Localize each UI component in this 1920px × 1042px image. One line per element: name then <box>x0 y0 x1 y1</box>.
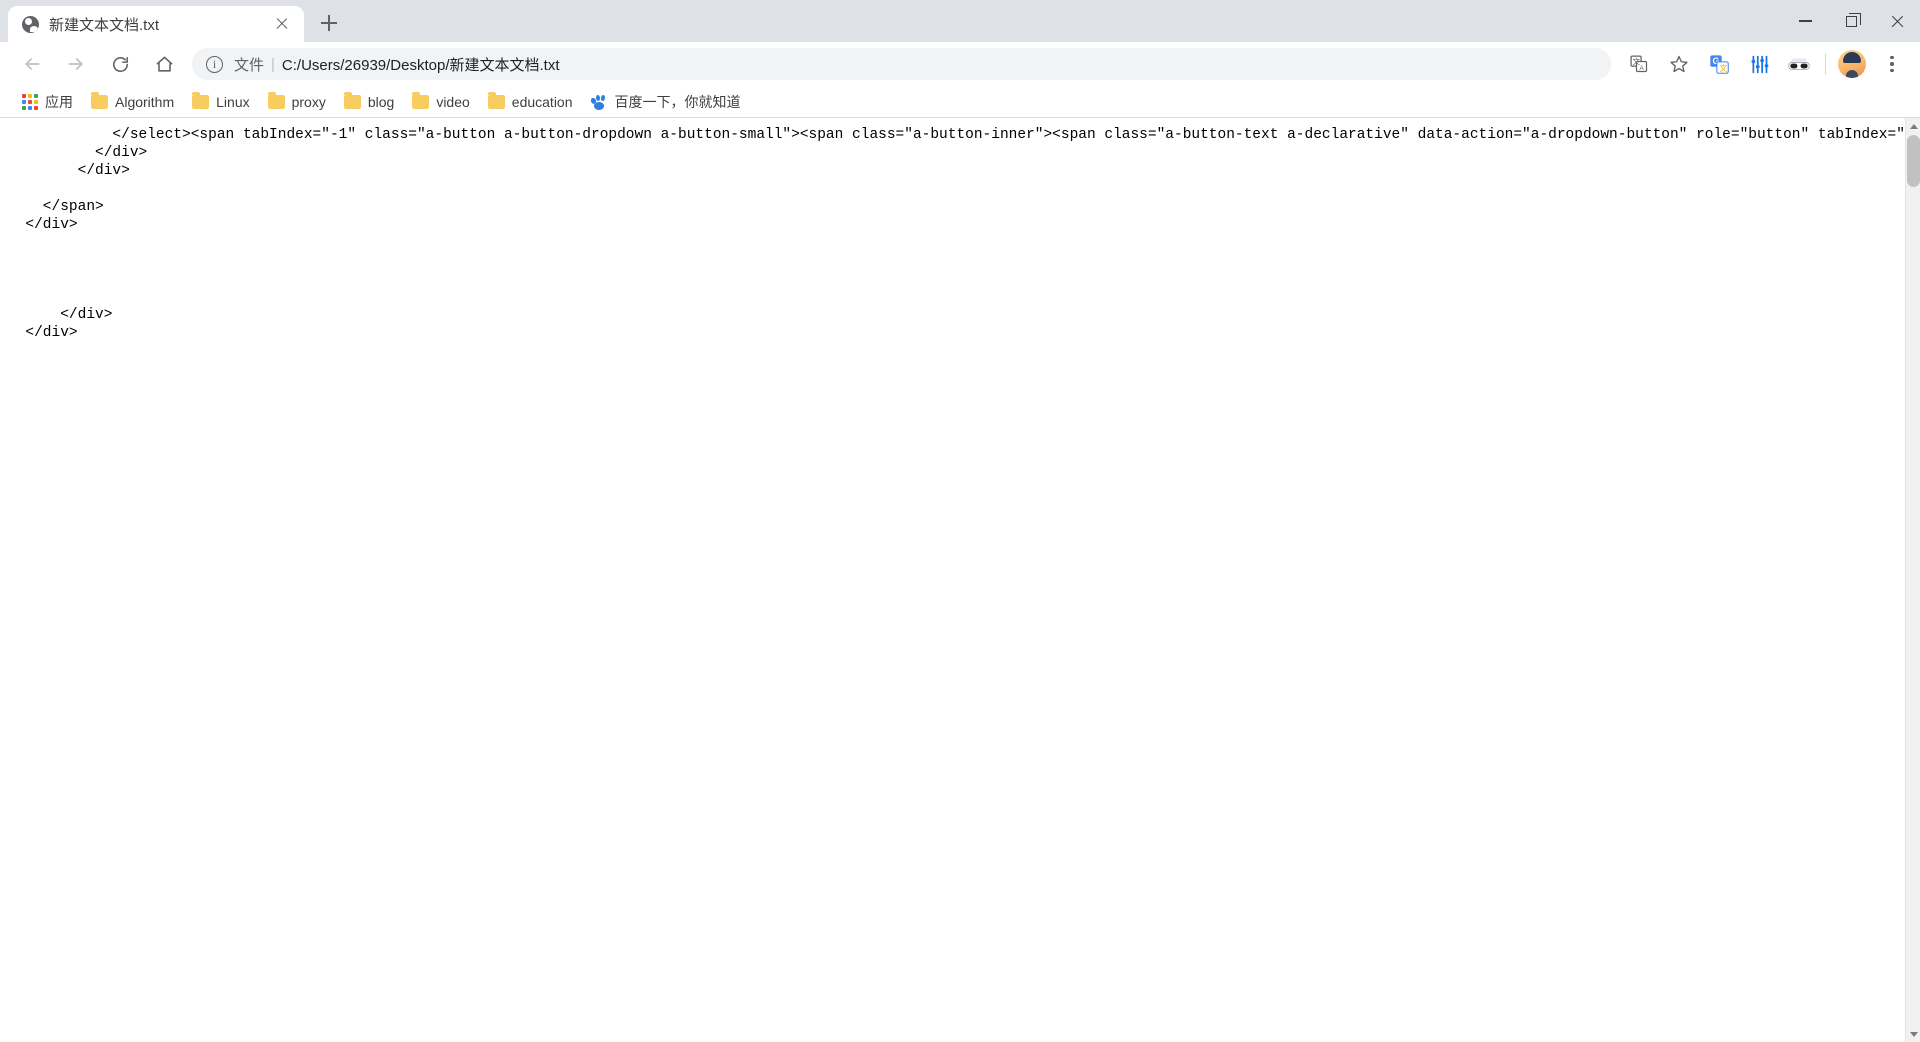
bookmark-label: education <box>511 93 573 110</box>
url-text: C:/Users/26939/Desktop/新建文本文档.txt <box>281 56 560 74</box>
apps-grid-icon <box>22 93 38 110</box>
tab-strip: 新建文本文档.txt <box>0 0 1920 42</box>
avatar[interactable] <box>1836 48 1868 80</box>
globe-icon <box>22 15 39 33</box>
bookmark-item-proxy[interactable]: proxy <box>260 90 334 114</box>
bookmark-item-baidu[interactable]: 百度一下，你就知道 <box>583 90 749 114</box>
browser-toolbar: i 文件 | C:/Users/26939/Desktop/新建文本文档.txt… <box>0 42 1920 86</box>
incognito-mask-extension-icon[interactable] <box>1783 48 1815 80</box>
translate-page-icon[interactable]: 文 A <box>1623 48 1655 80</box>
bookmark-label: video <box>436 93 470 110</box>
minimize-button[interactable] <box>1782 0 1828 42</box>
plain-text-document: </select><span tabIndex="-1" class="a-bu… <box>25 127 1920 341</box>
reload-button[interactable] <box>103 47 137 81</box>
bookmark-item-linux[interactable]: Linux <box>184 90 257 114</box>
close-window-button[interactable] <box>1874 0 1920 42</box>
google-translate-extension-icon[interactable]: G 文 <box>1703 48 1735 80</box>
bookmark-star-icon[interactable] <box>1663 48 1695 80</box>
scroll-down-arrow-icon[interactable] <box>1906 1026 1920 1042</box>
bookmark-item-algorithm[interactable]: Algorithm <box>83 90 182 114</box>
svg-text:文: 文 <box>1719 63 1727 73</box>
info-circle-icon[interactable]: i <box>206 55 223 73</box>
bookmark-label: 百度一下，你就知道 <box>614 93 741 110</box>
bookmark-label: 应用 <box>45 93 73 110</box>
bookmark-item-video[interactable]: video <box>404 90 477 114</box>
home-button[interactable] <box>147 47 181 81</box>
extension-sliders-icon[interactable] <box>1743 48 1775 80</box>
vertical-scrollbar[interactable] <box>1905 118 1920 1042</box>
kebab-menu-icon <box>1890 56 1894 72</box>
folder-icon <box>267 92 285 109</box>
baidu-paw-icon <box>589 94 608 110</box>
page-content-area: </select><span tabIndex="-1" class="a-bu… <box>0 118 1920 1042</box>
browser-tab[interactable]: 新建文本文档.txt <box>8 6 304 42</box>
svg-text:A: A <box>1639 65 1644 72</box>
bookmark-label: Algorithm <box>115 93 175 110</box>
bookmark-label: Linux <box>216 93 250 110</box>
tab-title: 新建文本文档.txt <box>49 16 160 34</box>
scroll-up-arrow-icon[interactable] <box>1906 118 1920 134</box>
back-button[interactable] <box>15 47 49 81</box>
forward-button[interactable] <box>59 47 93 81</box>
maximize-button[interactable] <box>1828 0 1874 42</box>
bookmark-label: proxy <box>291 93 326 110</box>
close-icon[interactable] <box>270 12 294 36</box>
folder-icon <box>412 92 430 109</box>
folder-icon <box>343 92 361 109</box>
bookmarks-bar: 应用 Algorithm Linux proxy blog video educ… <box>0 86 1920 118</box>
folder-icon <box>487 92 505 109</box>
address-bar[interactable]: i 文件 | C:/Users/26939/Desktop/新建文本文档.txt <box>192 48 1611 80</box>
folder-icon <box>192 92 210 109</box>
bookmark-item-education[interactable]: education <box>480 90 581 114</box>
scrollbar-thumb[interactable] <box>1907 135 1920 187</box>
new-tab-button[interactable] <box>312 6 346 40</box>
toolbar-divider <box>1825 53 1826 75</box>
bookmark-item-blog[interactable]: blog <box>336 90 402 114</box>
window-controls <box>1782 0 1920 42</box>
folder-icon <box>91 92 108 109</box>
url-separator: | <box>271 55 275 73</box>
bookmark-apps[interactable]: 应用 <box>14 90 81 114</box>
chrome-menu-button[interactable] <box>1876 48 1908 80</box>
url-scheme-label: 文件 <box>234 56 265 74</box>
bookmark-label: blog <box>367 93 395 110</box>
